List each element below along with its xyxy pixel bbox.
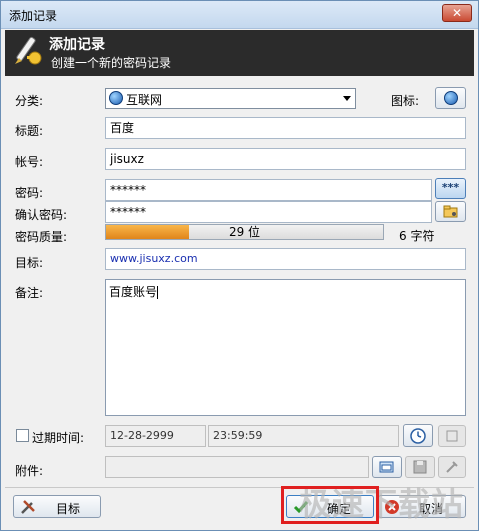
confirm-password-label: 确认密码: [15,208,68,222]
category-value: 互联网 [126,93,163,107]
remove-icon [446,461,458,473]
password-quality-bar: 29 位 [105,224,384,240]
expire-date-input[interactable]: 12-28-2999 [105,425,206,447]
add-record-dialog: 添加记录 ✕ 添加记录 创建一个新的密码记录 分类: 互联网 图标: 标题: 百… [0,0,479,531]
target-url-input[interactable]: www.jisuxz.com [105,248,466,270]
expire-presets-button[interactable] [403,424,433,447]
tools-icon [21,500,35,514]
attach-remove-button[interactable] [438,456,466,478]
highlight-box [281,486,379,524]
banner-subtitle: 创建一个新的密码记录 [51,56,172,70]
tools-button[interactable]: 目标 [13,495,101,518]
category-label: 分类: [15,94,44,108]
attachment-input[interactable] [105,456,369,478]
icon-picker-button[interactable] [435,87,466,109]
icon-label: 图标: [391,94,420,108]
expire-clear-button[interactable] [438,425,466,447]
password-char-count: 6 字符 [399,229,435,243]
account-input[interactable]: jisuxz [105,148,466,170]
expire-time-input[interactable]: 23:59:59 [208,425,399,447]
close-button[interactable]: ✕ [442,4,472,22]
notes-textarea[interactable]: 百度账号 [105,279,466,416]
password-generator-button[interactable] [435,201,466,222]
attach-open-button[interactable] [372,456,402,478]
password-quality-bits: 29 位 [228,225,261,239]
password-input[interactable]: ****** [105,179,432,201]
window-title: 添加记录 [9,9,58,23]
banner-title: 添加记录 [49,37,105,53]
globe-icon [444,91,458,105]
footer-divider [5,487,474,488]
password-quality-label: 密码质量: [15,230,68,244]
calendar-icon [446,430,458,442]
clock-icon [410,428,426,444]
tools-button-label: 目标 [56,502,81,516]
text-cursor [157,286,159,299]
password-label: 密码: [15,186,44,200]
show-password-button[interactable]: *** [435,178,466,199]
notes-text: 百度账号 [109,285,158,299]
title-label: 标题: [15,124,44,138]
cancel-button[interactable]: 取消 [378,495,466,518]
account-label: 帐号: [15,155,44,169]
cancel-button-label: 取消 [419,502,444,516]
cancel-icon [385,500,399,514]
globe-icon [109,91,123,105]
confirm-password-input[interactable]: ****** [105,201,432,223]
folder-key-icon [443,205,457,218]
attachment-label: 附件: [15,464,44,478]
title-bar: 添加记录 ✕ [1,1,478,29]
header-banner: 添加记录 创建一个新的密码记录 [5,30,474,76]
target-label: 目标: [15,256,44,270]
close-icon: ✕ [451,6,463,20]
expire-label: 过期时间: [32,431,85,445]
chevron-down-icon [343,96,351,101]
notes-label: 备注: [15,286,44,300]
attach-save-button[interactable] [405,456,435,478]
folder-open-icon [379,461,394,473]
title-input[interactable]: 百度 [105,117,466,139]
expire-checkbox[interactable] [16,429,29,442]
category-select[interactable]: 互联网 [105,88,356,109]
disk-icon [413,460,427,474]
key-pen-icon [15,36,42,65]
